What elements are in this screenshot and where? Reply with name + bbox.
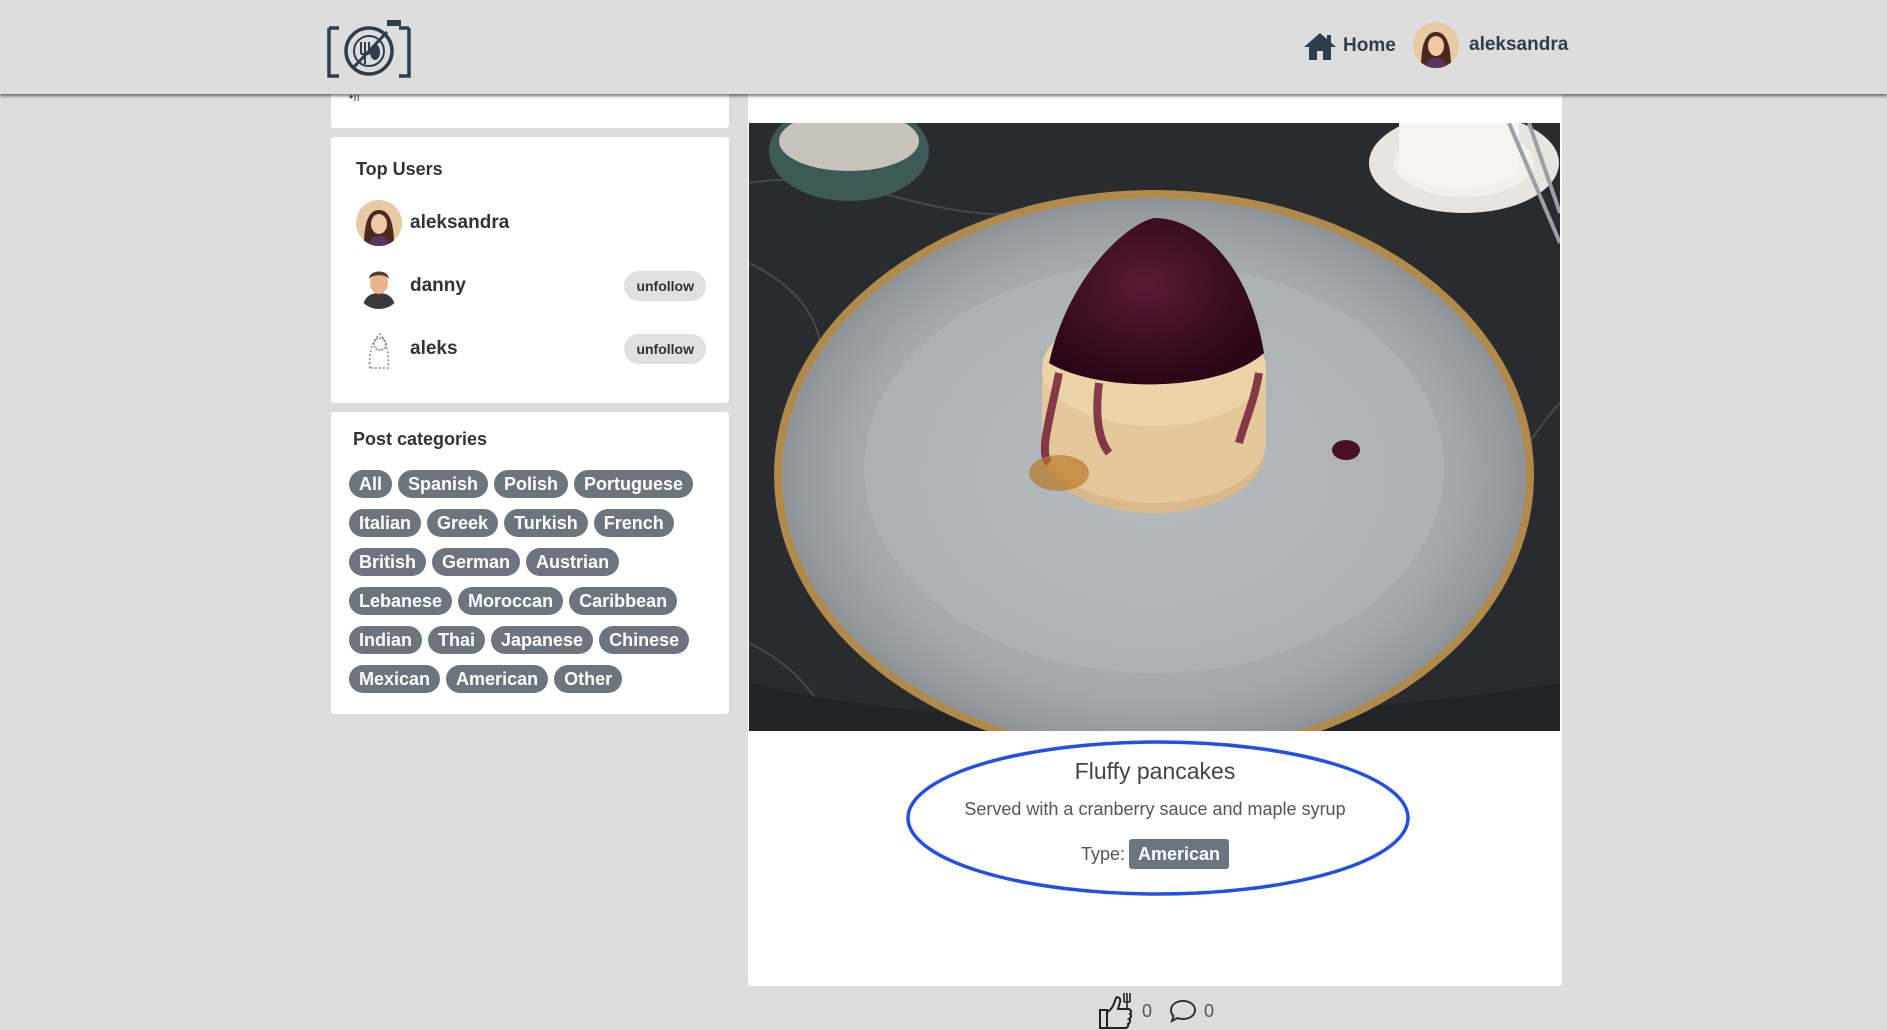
- top-users-card: Top Users aleksandra danny unfollow alek…: [331, 137, 729, 403]
- nav-home-label: Home: [1343, 35, 1396, 56]
- house-icon: [1304, 33, 1336, 60]
- category-pill[interactable]: Austrian: [526, 548, 620, 576]
- top-user-name: aleks: [410, 338, 458, 359]
- category-pill[interactable]: Polish: [494, 470, 569, 498]
- post-categories-card: Post categories All Spanish Polish Portu…: [331, 412, 729, 714]
- top-user-row[interactable]: aleksandra: [356, 199, 706, 247]
- category-pill[interactable]: Lebanese: [349, 587, 453, 615]
- top-user-row[interactable]: danny unfollow: [356, 262, 706, 310]
- post-type-badge[interactable]: American: [1128, 839, 1230, 869]
- category-pill[interactable]: British: [349, 548, 427, 576]
- category-pill[interactable]: Greek: [427, 509, 499, 537]
- top-user-name: danny: [410, 275, 466, 296]
- post-description: Served with a cranberry sauce and maple …: [964, 799, 1346, 819]
- post-actions: 0 0: [748, 992, 1562, 1030]
- category-pill[interactable]: Mexican: [349, 665, 441, 693]
- avatar: [356, 200, 402, 246]
- category-pill[interactable]: Caribbean: [569, 587, 678, 615]
- avatar: [356, 326, 402, 372]
- category-pill[interactable]: Thai: [428, 626, 486, 654]
- category-list: All Spanish Polish Portuguese Italian Gr…: [349, 470, 719, 693]
- category-pill[interactable]: American: [446, 665, 549, 693]
- category-pill[interactable]: Other: [554, 665, 623, 693]
- category-pill[interactable]: Portuguese: [574, 470, 694, 498]
- avatar: [1413, 22, 1459, 68]
- category-pill[interactable]: German: [432, 548, 521, 576]
- nav-username: aleksandra: [1469, 34, 1569, 55]
- comment-button[interactable]: 0: [1168, 998, 1214, 1024]
- unfollow-button[interactable]: unfollow: [624, 334, 706, 364]
- category-pill[interactable]: French: [593, 509, 674, 537]
- post-type: Type: American: [748, 839, 1562, 869]
- post-categories-title: Post categories: [353, 429, 488, 449]
- unfollow-button[interactable]: unfollow: [624, 271, 706, 301]
- logo-icon[interactable]: [325, 14, 413, 78]
- post-title: Fluffy pancakes: [1074, 758, 1236, 784]
- top-users-title: Top Users: [356, 159, 443, 179]
- nav-user-profile[interactable]: aleksandra: [1413, 22, 1568, 68]
- like-button[interactable]: 0: [1096, 992, 1152, 1030]
- comment-bubble-icon: [1169, 999, 1197, 1024]
- category-pill[interactable]: Spanish: [398, 470, 489, 498]
- category-pill[interactable]: Italian: [349, 509, 422, 537]
- category-pill[interactable]: Turkish: [504, 509, 588, 537]
- post-type-label: Type:: [1080, 843, 1125, 864]
- comment-count: 0: [1204, 1000, 1215, 1021]
- top-user-name: aleksandra: [410, 212, 510, 233]
- category-pill[interactable]: All: [349, 470, 393, 498]
- category-pill[interactable]: Moroccan: [458, 587, 564, 615]
- like-count: 0: [1141, 1000, 1152, 1021]
- category-pill[interactable]: Indian: [349, 626, 422, 654]
- category-pill[interactable]: Japanese: [491, 626, 594, 654]
- post-card: Fluffy pancakes Served with a cranberry …: [748, 72, 1562, 1029]
- navbar: Home aleksandra: [0, 0, 1887, 94]
- category-pill[interactable]: Chinese: [599, 626, 690, 654]
- avatar: [356, 263, 402, 309]
- nav-home-link[interactable]: Home: [1303, 28, 1396, 64]
- thumbs-up-fork-icon: [1098, 993, 1133, 1029]
- top-user-row[interactable]: aleks unfollow: [356, 325, 706, 373]
- post-photo[interactable]: [749, 123, 1560, 731]
